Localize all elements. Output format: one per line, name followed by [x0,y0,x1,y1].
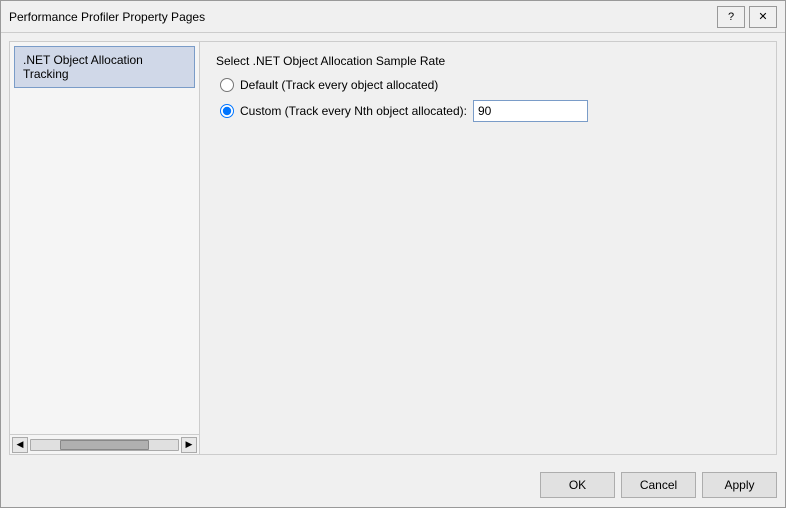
right-panel: Select .NET Object Allocation Sample Rat… [200,42,776,454]
help-button[interactable]: ? [717,6,745,28]
radio-item-custom: Custom (Track every Nth object allocated… [220,100,760,122]
radio-custom-label[interactable]: Custom (Track every Nth object allocated… [240,104,467,118]
ok-button[interactable]: OK [540,472,615,498]
radio-default-input[interactable] [220,78,234,92]
apply-button[interactable]: Apply [702,472,777,498]
cancel-button[interactable]: Cancel [621,472,696,498]
sidebar: .NET Object Allocation Tracking ◀ ▶ [10,42,200,454]
radio-default-label[interactable]: Default (Track every object allocated) [240,78,438,92]
section-label: Select .NET Object Allocation Sample Rat… [216,54,760,68]
main-window: Performance Profiler Property Pages ? ✕ … [0,0,786,508]
sidebar-scrollbar[interactable] [30,439,179,451]
close-button[interactable]: ✕ [749,6,777,28]
title-bar-controls: ? ✕ [717,6,777,28]
custom-value-input[interactable] [473,100,588,122]
scroll-right-arrow[interactable]: ▶ [181,437,197,453]
scrollbar-thumb [60,440,148,450]
main-panel: .NET Object Allocation Tracking ◀ ▶ Sele [9,41,777,455]
radio-custom-input[interactable] [220,104,234,118]
window-title: Performance Profiler Property Pages [9,10,205,24]
sidebar-item-dotnet-allocation[interactable]: .NET Object Allocation Tracking [14,46,195,88]
sidebar-scroll-area: .NET Object Allocation Tracking [10,42,199,434]
title-bar: Performance Profiler Property Pages ? ✕ [1,1,785,33]
bottom-bar: OK Cancel Apply [1,463,785,507]
radio-item-default: Default (Track every object allocated) [220,78,760,92]
scroll-left-arrow[interactable]: ◀ [12,437,28,453]
sidebar-footer: ◀ ▶ [10,434,199,454]
content-area: .NET Object Allocation Tracking ◀ ▶ Sele [1,33,785,463]
radio-group: Default (Track every object allocated) C… [220,78,760,122]
